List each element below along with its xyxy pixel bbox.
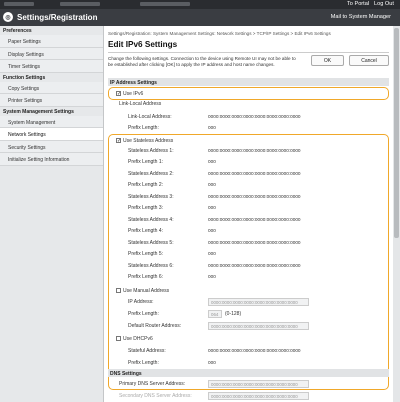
main-content: Settings/Registration: System Management… bbox=[104, 26, 393, 402]
sidebar-section-function: Function Settings bbox=[3, 74, 46, 81]
sidebar-item-paper-settings[interactable]: Paper Settings bbox=[0, 35, 103, 48]
blurred-text bbox=[140, 2, 190, 6]
highlight-use-ipv6 bbox=[108, 87, 389, 100]
manual-prefix-length-label: Prefix Length: bbox=[128, 311, 159, 317]
stateless-address-6-label: Stateless Address 6: bbox=[128, 263, 174, 269]
sidebar: Preferences Paper Settings Display Setti… bbox=[0, 26, 104, 402]
stateless-address-1-label: Stateless Address 1: bbox=[128, 148, 174, 154]
stateless-address-1-value: 0000:0000:0000:0000:0000:0000:0000:0000 bbox=[208, 148, 301, 153]
stateless-address-3-label: Stateless Address 3: bbox=[128, 194, 174, 200]
dns-settings-header: DNS Settings bbox=[108, 369, 389, 377]
prefix-length-1-value: 000 bbox=[208, 159, 216, 164]
sidebar-item-display-settings[interactable]: Display Settings bbox=[0, 47, 103, 60]
scrollbar[interactable] bbox=[393, 26, 400, 402]
stateful-address-value: 0000:0000:0000:0000:0000:0000:0000:0000 bbox=[208, 348, 301, 353]
sidebar-section-preferences: Preferences bbox=[3, 28, 32, 34]
use-stateless-checkbox[interactable]: ✓ bbox=[116, 138, 121, 144]
top-strip: To Portal Log Out bbox=[0, 0, 400, 9]
sidebar-item-initialize-setting-information[interactable]: Initialize Setting Information bbox=[0, 153, 103, 166]
sidebar-item-timer-settings[interactable]: Timer Settings bbox=[0, 60, 103, 73]
manual-ip-address-label: IP Address: bbox=[128, 299, 154, 305]
settings-logo-icon: ◎ bbox=[3, 12, 13, 22]
prefix-length-6-value: 000 bbox=[208, 274, 216, 279]
prefix-length-6-label: Prefix Length 6: bbox=[128, 274, 164, 280]
ok-button[interactable]: OK bbox=[311, 55, 344, 66]
stateless-address-5-value: 0000:0000:0000:0000:0000:0000:0000:0000 bbox=[208, 240, 301, 245]
mail-to-system-manager-link[interactable]: Mail to System Manager bbox=[331, 14, 391, 20]
stateless-address-4-label: Stateless Address 4: bbox=[128, 217, 174, 223]
use-dhcpv6-checkbox[interactable] bbox=[116, 336, 121, 341]
secondary-dns-input[interactable]: 0000:0000:0000:0000:0000:0000:0000:0000 bbox=[208, 392, 309, 400]
link-local-prefix-label: Prefix Length: bbox=[128, 125, 159, 131]
scrollbar-thumb[interactable] bbox=[394, 28, 399, 238]
sidebar-item-security-settings[interactable]: Security Settings bbox=[0, 140, 103, 153]
page-title: Edit IPv6 Settings bbox=[108, 40, 178, 49]
stateful-address-label: Stateful Address: bbox=[128, 348, 166, 354]
use-manual-address-label: Use Manual Address bbox=[123, 288, 170, 294]
portal-link[interactable]: To Portal bbox=[347, 1, 369, 7]
brand: ◎ Settings/Registration bbox=[3, 12, 97, 22]
prefix-length-5-label: Prefix Length 5: bbox=[128, 251, 164, 257]
prefix-length-3-value: 000 bbox=[208, 205, 216, 210]
manual-prefix-range: (0-128) bbox=[225, 311, 242, 317]
sidebar-item-printer-settings[interactable]: Printer Settings bbox=[0, 94, 103, 107]
sidebar-item-system-management[interactable]: System Management bbox=[0, 115, 103, 128]
default-router-address-input[interactable]: 0000:0000:0000:0000:0000:0000:0000:0000 bbox=[208, 322, 309, 330]
use-stateless-label: Use Stateless Address bbox=[123, 138, 174, 144]
prefix-length-3-label: Prefix Length 3: bbox=[128, 205, 164, 211]
logout-link[interactable]: Log Out bbox=[374, 1, 394, 7]
default-router-address-label: Default Router Address: bbox=[128, 323, 182, 329]
use-ipv6-label: Use IPv6 bbox=[123, 91, 144, 97]
stateless-address-6-value: 0000:0000:0000:0000:0000:0000:0000:0000 bbox=[208, 263, 301, 268]
title-divider bbox=[108, 52, 389, 53]
prefix-length-4-value: 000 bbox=[208, 228, 216, 233]
prefix-length-2-label: Prefix Length 2: bbox=[128, 182, 164, 188]
dhcp-prefix-length-value: 000 bbox=[208, 360, 216, 365]
stateless-address-3-value: 0000:0000:0000:0000:0000:0000:0000:0000 bbox=[208, 194, 301, 199]
primary-dns-label: Primary DNS Server Address: bbox=[119, 381, 186, 387]
stateless-address-4-value: 0000:0000:0000:0000:0000:0000:0000:0000 bbox=[208, 217, 301, 222]
use-dhcpv6-label: Use DHCPv6 bbox=[123, 336, 153, 342]
sidebar-item-network-settings[interactable]: Network Settings bbox=[0, 128, 103, 141]
app-title: Settings/Registration bbox=[17, 12, 98, 22]
stateless-address-2-value: 0000:0000:0000:0000:0000:0000:0000:0000 bbox=[208, 171, 301, 176]
prefix-length-1-label: Prefix Length 1: bbox=[128, 159, 164, 165]
manual-ip-address-input[interactable]: 0000:0000:0000:0000:0000:0000:0000:0000 bbox=[208, 298, 309, 306]
link-local-address-label: Link-Local Address: bbox=[128, 114, 172, 120]
dhcp-prefix-length-label: Prefix Length: bbox=[128, 360, 159, 366]
sidebar-section-system: System Management Settings bbox=[3, 108, 74, 115]
link-local-header: Link-Local Address bbox=[119, 101, 162, 107]
secondary-dns-label: Secondary DNS Server Address: bbox=[119, 393, 192, 399]
intro-text: Change the following settings. Connectio… bbox=[108, 56, 296, 67]
link-local-prefix-value: 000 bbox=[208, 125, 216, 130]
blurred-text bbox=[60, 2, 100, 6]
link-local-address-value: 0000:0000:0000:0000:0000:0000:0000:0000 bbox=[208, 114, 301, 119]
primary-dns-input[interactable]: 0000:0000:0000:0000:0000:0000:0000:0000 bbox=[208, 380, 309, 388]
ip-address-settings-header: IP Address Settings bbox=[108, 78, 389, 86]
prefix-length-5-value: 000 bbox=[208, 251, 216, 256]
cancel-button[interactable]: Cancel bbox=[349, 55, 389, 66]
stateless-address-2-label: Stateless Address 2: bbox=[128, 171, 174, 177]
blurred-text bbox=[4, 2, 34, 6]
stateless-address-5-label: Stateless Address 5: bbox=[128, 240, 174, 246]
sidebar-item-copy-settings[interactable]: Copy Settings bbox=[0, 81, 103, 94]
top-bar: To Portal Log Out ◎ Settings/Registratio… bbox=[0, 0, 400, 26]
breadcrumb: Settings/Registration: System Management… bbox=[108, 31, 331, 36]
prefix-length-2-value: 000 bbox=[208, 182, 216, 187]
use-manual-address-checkbox[interactable] bbox=[116, 288, 121, 293]
use-ipv6-checkbox[interactable]: ✓ bbox=[116, 91, 121, 97]
prefix-length-4-label: Prefix Length 4: bbox=[128, 228, 164, 234]
manual-prefix-length-input[interactable]: 064 bbox=[208, 310, 222, 318]
